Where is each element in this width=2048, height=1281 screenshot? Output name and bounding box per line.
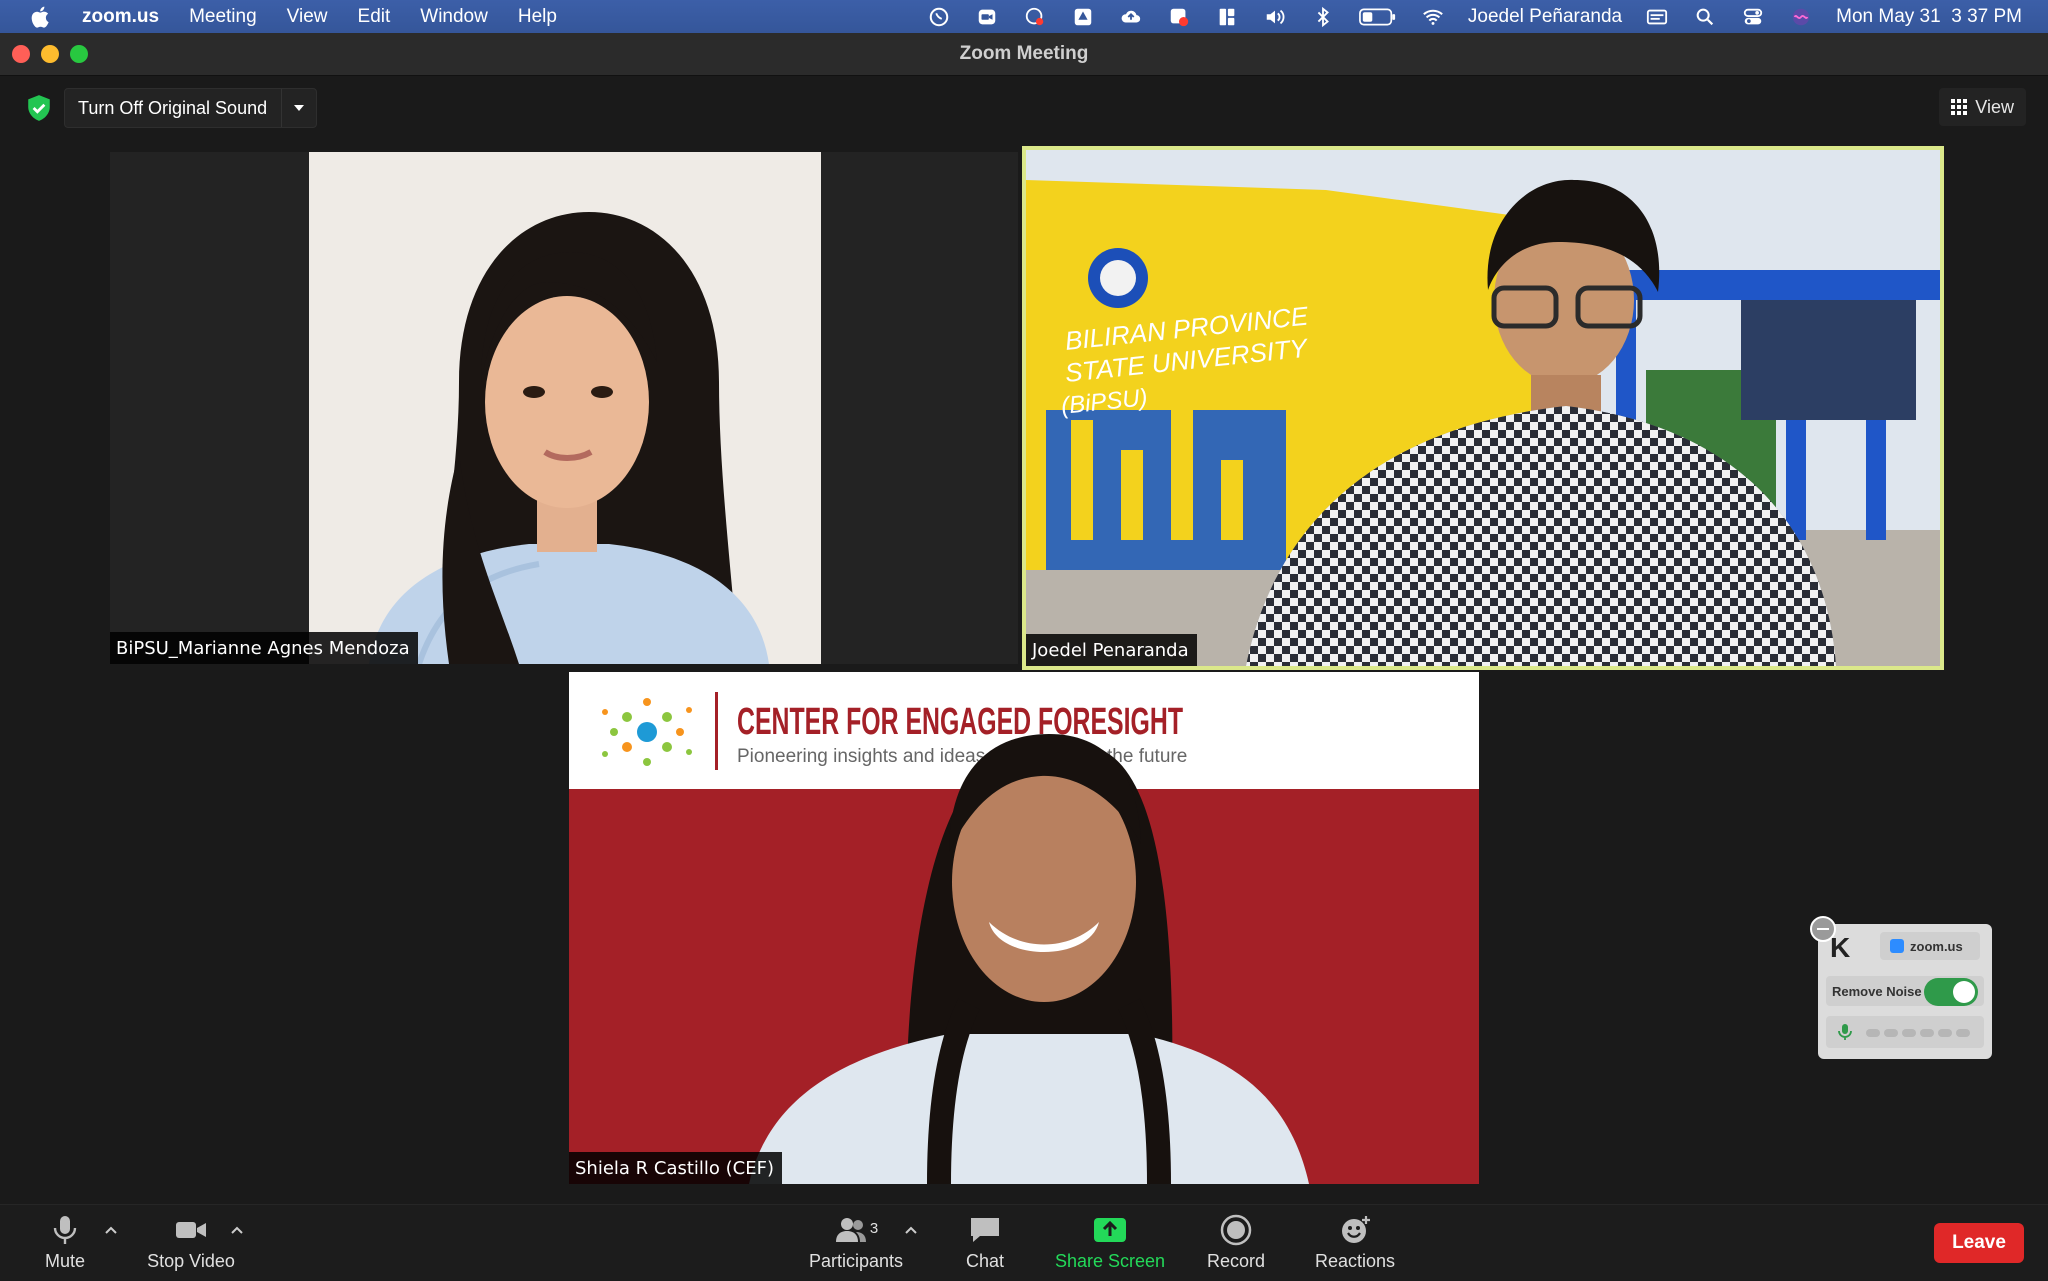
- meeting-area: Turn Off Original Sound View BiPSU_Maria…: [0, 76, 2048, 1204]
- original-sound-control: Turn Off Original Sound: [64, 88, 318, 128]
- bluetooth-icon[interactable]: [1310, 6, 1336, 28]
- caret-down-icon: [294, 105, 305, 111]
- participants-button[interactable]: 3 Participants: [806, 1205, 906, 1281]
- zoom-app-icon: [1890, 939, 1904, 953]
- share-screen-button[interactable]: Share Screen: [1050, 1205, 1170, 1281]
- macos-menu-bar: zoom.us Meeting View Edit Window Help Jo…: [0, 0, 2048, 33]
- participant-portrait: [309, 152, 821, 664]
- volume-icon[interactable]: [1262, 6, 1288, 28]
- turn-off-original-sound-button[interactable]: Turn Off Original Sound: [65, 98, 281, 119]
- window-title-bar: Zoom Meeting: [0, 33, 2048, 76]
- screen-recorder-icon[interactable]: [1022, 6, 1048, 28]
- audio-options-caret-icon[interactable]: [103, 1223, 119, 1237]
- participant-video-joedel: BILIRAN PROVINCE STATE UNIVERSITY (BiPSU…: [1026, 150, 1940, 666]
- stop-video-label: Stop Video: [147, 1251, 235, 1271]
- wifi-icon[interactable]: [1420, 6, 1446, 28]
- cef-title-text: CENTER FOR ENGAGED FORESIGHT: [737, 701, 1183, 743]
- participant-name-label: Joedel Penaranda: [1026, 634, 1197, 666]
- reactions-label: Reactions: [1314, 1251, 1396, 1271]
- smiley-plus-icon: [1342, 1216, 1370, 1243]
- cloud-upload-icon[interactable]: [1118, 6, 1144, 28]
- zoom-camera-icon[interactable]: [974, 6, 1000, 28]
- minimize-window-button[interactable]: [41, 45, 59, 63]
- control-center-icon[interactable]: [1740, 6, 1766, 28]
- original-sound-dropdown[interactable]: [281, 89, 316, 127]
- cef-subtitle-text: Pioneering insights and ideas: [737, 746, 985, 767]
- status-area: Joedel Peñaranda Mon May 31 3 37 PM: [926, 0, 2022, 33]
- microphone-icon: [53, 1216, 77, 1244]
- remove-noise-row: Remove Noise: [1826, 976, 1984, 1006]
- video-tile-shiela[interactable]: CENTER FOR ENGAGED FORESIGHT Pioneering …: [569, 672, 1479, 1184]
- record-label: Record: [1206, 1251, 1266, 1271]
- share-screen-label: Share Screen: [1054, 1251, 1166, 1271]
- record-icon: [1220, 1214, 1252, 1246]
- participant-video-marianne: [309, 152, 821, 664]
- chat-label: Chat: [965, 1251, 1005, 1271]
- view-label: View: [1975, 96, 2014, 117]
- menu-edit[interactable]: Edit: [358, 6, 391, 28]
- spotlight-search-icon[interactable]: [1692, 6, 1718, 28]
- stop-video-button[interactable]: Stop Video: [146, 1205, 236, 1281]
- participants-options-caret-icon[interactable]: [903, 1223, 919, 1237]
- participant-name-label: Shiela R Castillo (CEF): [569, 1152, 783, 1184]
- menu-view[interactable]: View: [287, 6, 328, 28]
- chat-bubble-icon: [971, 1218, 999, 1242]
- participant-video-shiela: CENTER FOR ENGAGED FORESIGHT Pioneering …: [569, 672, 1479, 1184]
- remove-noise-toggle[interactable]: [1924, 978, 1978, 1006]
- mute-button[interactable]: Mute: [40, 1205, 90, 1281]
- encryption-shield-icon[interactable]: [26, 94, 52, 122]
- participants-label: Participants: [808, 1251, 904, 1271]
- fullscreen-window-button[interactable]: [70, 45, 88, 63]
- menu-app-name[interactable]: zoom.us: [82, 6, 159, 28]
- recording-app-icon[interactable]: [1166, 6, 1192, 28]
- meeting-toolbar: Mute Stop Video 3 Participants Chat Shar…: [0, 1204, 2048, 1281]
- close-window-button[interactable]: [12, 45, 30, 63]
- record-button[interactable]: Record: [1200, 1205, 1272, 1281]
- grid-view-icon: [1951, 99, 1968, 115]
- drive-icon[interactable]: [1070, 6, 1096, 28]
- participants-icon: [835, 1218, 866, 1242]
- mic-level-meter: [1866, 1029, 1970, 1037]
- mic-icon: [1838, 1024, 1852, 1040]
- apple-icon[interactable]: [28, 4, 54, 30]
- share-screen-icon: [1094, 1218, 1126, 1242]
- reactions-button[interactable]: Reactions: [1310, 1205, 1400, 1281]
- siri-icon[interactable]: [1788, 6, 1814, 28]
- krisp-app-selector[interactable]: zoom.us: [1880, 932, 1980, 960]
- input-source-icon[interactable]: [1644, 6, 1670, 28]
- mic-level-row: [1826, 1016, 1984, 1048]
- viber-icon[interactable]: [926, 6, 952, 28]
- krisp-app-label: zoom.us: [1910, 938, 1963, 954]
- menu-window[interactable]: Window: [420, 6, 488, 28]
- krisp-logo-icon: K: [1830, 932, 1851, 963]
- remove-noise-label: Remove Noise: [1832, 983, 1922, 999]
- view-button[interactable]: View: [1939, 88, 2026, 126]
- participants-icon-group: 3: [834, 1214, 878, 1251]
- window-title: Zoom Meeting: [959, 43, 1089, 64]
- menu-meeting[interactable]: Meeting: [189, 6, 257, 28]
- battery-icon[interactable]: [1358, 6, 1398, 28]
- participant-count-badge: 3: [869, 1220, 879, 1237]
- leave-meeting-button[interactable]: Leave: [1934, 1223, 2024, 1263]
- chat-button[interactable]: Chat: [955, 1205, 1015, 1281]
- window-controls: [12, 45, 88, 63]
- menu-clock[interactable]: Mon May 31 3 37 PM: [1836, 6, 2022, 28]
- menu-help[interactable]: Help: [518, 6, 557, 28]
- participant-name-label: BiPSU_Marianne Agnes Mendoza: [110, 632, 418, 664]
- video-tile-joedel-active-speaker[interactable]: BILIRAN PROVINCE STATE UNIVERSITY (BiPSU…: [1022, 146, 1944, 670]
- window-layout-icon[interactable]: [1214, 6, 1240, 28]
- video-camera-icon: [176, 1222, 206, 1238]
- mute-label: Mute: [44, 1251, 86, 1271]
- video-options-caret-icon[interactable]: [229, 1223, 245, 1237]
- krisp-noise-panel: K zoom.us Remove Noise: [1810, 916, 1992, 1059]
- menu-user-name[interactable]: Joedel Peñaranda: [1468, 6, 1622, 28]
- video-tile-marianne[interactable]: BiPSU_Marianne Agnes Mendoza: [110, 152, 1018, 664]
